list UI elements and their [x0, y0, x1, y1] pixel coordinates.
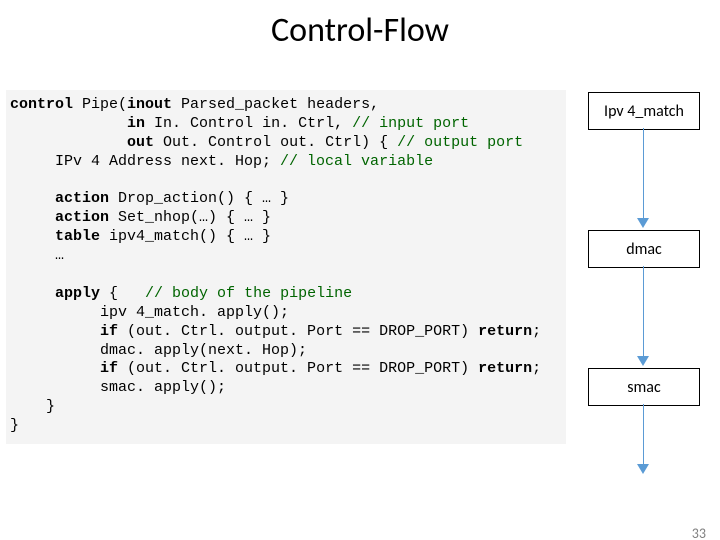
t: ipv 4_match. apply(); — [10, 304, 289, 321]
flow-box-ipv4-match: Ipv 4_match — [588, 92, 700, 130]
t: (out. Ctrl. output. Port == DROP_PORT) — [118, 360, 478, 377]
t — [10, 115, 127, 132]
t: Pipe( — [73, 96, 127, 113]
code-block: control Pipe(inout Parsed_packet headers… — [6, 90, 566, 444]
t — [10, 190, 55, 207]
com: // input port — [352, 115, 469, 132]
flow-arrow-1-head — [637, 218, 649, 228]
kw: inout — [127, 96, 172, 113]
com: // output port — [397, 134, 523, 151]
t: Parsed_packet headers, — [172, 96, 379, 113]
kw: table — [55, 228, 100, 245]
flow-arrow-2-head — [637, 356, 649, 366]
t: Set_nhop(…) { … } — [109, 209, 271, 226]
code-content: control Pipe(inout Parsed_packet headers… — [10, 96, 562, 436]
kw: in — [127, 115, 145, 132]
t: (out. Ctrl. output. Port == DROP_PORT) — [118, 323, 478, 340]
kw: control — [10, 96, 73, 113]
kw: apply — [55, 285, 100, 302]
kw: action — [55, 209, 109, 226]
kw: action — [55, 190, 109, 207]
kw: return — [478, 360, 532, 377]
t: ; — [532, 323, 541, 340]
flow-arrow-2-line — [643, 266, 644, 356]
flow-arrow-3-head — [637, 464, 649, 474]
t: } — [10, 398, 55, 415]
t: IPv 4 Address next. Hop; — [10, 153, 280, 170]
t: Out. Control out. Ctrl) { — [154, 134, 397, 151]
flow-box-smac: smac — [588, 368, 700, 406]
com: // local variable — [280, 153, 433, 170]
com: // body of the pipeline — [145, 285, 352, 302]
t: smac. apply(); — [10, 379, 226, 396]
kw: out — [127, 134, 154, 151]
t: { — [100, 285, 145, 302]
t: In. Control in. Ctrl, — [145, 115, 352, 132]
flow-arrow-1-line — [643, 128, 644, 218]
page-number: 33 — [692, 525, 706, 540]
t — [10, 134, 127, 151]
kw: return — [478, 323, 532, 340]
flow-box-dmac: dmac — [588, 230, 700, 268]
t: ; — [532, 360, 541, 377]
flow-arrow-3-line — [643, 404, 644, 464]
t — [10, 285, 55, 302]
t — [10, 209, 55, 226]
t: ipv4_match() { … } — [100, 228, 271, 245]
kw: if — [100, 323, 118, 340]
kw: if — [100, 360, 118, 377]
t: dmac. apply(next. Hop); — [10, 342, 307, 359]
t — [10, 323, 100, 340]
slide-title: Control-Flow — [0, 10, 720, 51]
t: Drop_action() { … } — [109, 190, 289, 207]
t — [10, 228, 55, 245]
t: … — [10, 247, 64, 264]
t: } — [10, 417, 19, 434]
t — [10, 360, 100, 377]
